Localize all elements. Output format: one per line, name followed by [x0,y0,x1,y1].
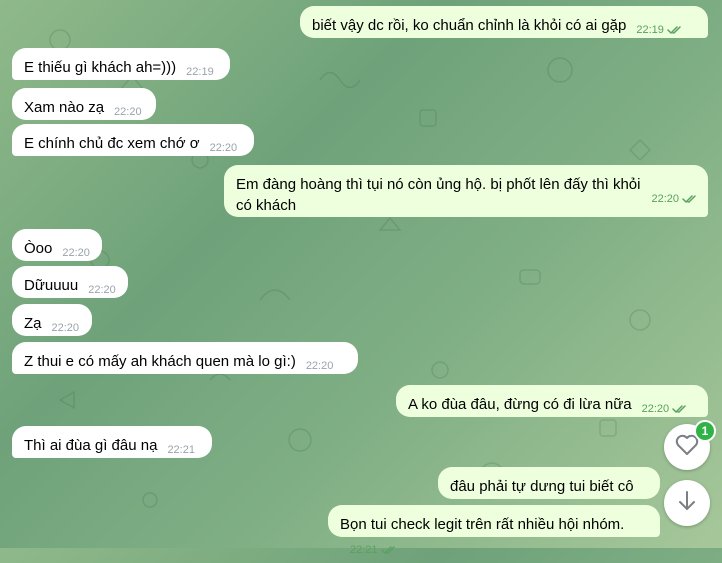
outgoing-message-bubble[interactable]: đâu phải tự dưng tui biết cô22:21 [438,467,660,518]
incoming-message-bubble[interactable]: Zạ 22:20 [12,304,92,336]
message-meta: 22:20 [642,399,689,422]
message-meta: 22:20 [651,189,698,212]
double-check-icon [682,191,698,212]
message-text: A ko đùa đâu, đừng có đi lừa nữa [408,396,632,413]
incoming-message-bubble[interactable]: E chính chủ đc xem chớ ơ 22:20 [12,124,254,156]
message-text: Zạ [24,315,42,332]
message-time: 22:20 [651,193,679,205]
message-meta: 22:21 [167,440,195,461]
incoming-message-bubble[interactable]: Z thui e có mấy ah khách quen mà lo gì:)… [12,342,358,374]
message-time: 22:21 [350,544,378,556]
message-text: Dữuuuu [24,277,79,294]
message-time: 22:20 [641,403,670,415]
message-meta: 22:21 [350,540,397,563]
incoming-message-bubble[interactable]: E thiếu gì khách ah=))) 22:19 [12,48,230,80]
reactions-unread-badge: 1 [694,420,716,442]
double-check-icon [672,401,688,422]
message-time: 22:20 [88,284,116,296]
message-time: 22:20 [114,106,142,118]
message-text: biết vậy dc rồi, ko chuẩn chỉnh là khỏi … [312,17,627,34]
message-list[interactable]: biết vậy dc rồi, ko chuẩn chỉnh là khỏi … [0,0,722,556]
message-time: 22:19 [636,24,664,36]
outgoing-message-bubble[interactable]: Bọn tui check legit trên rất nhiều hội n… [328,505,660,556]
message-time: 22:20 [62,247,90,259]
message-text: Z thui e có mấy ah khách quen mà lo gì:) [24,353,296,370]
message-meta: 22:20 [114,102,142,123]
incoming-message-bubble[interactable]: Xam nào zạ 22:20 [12,88,156,120]
incoming-message-bubble[interactable]: Dữuuuu 22:20 [12,266,128,298]
message-time: 22:19 [186,66,214,78]
double-check-icon [667,22,683,43]
message-time: 22:20 [209,142,238,154]
message-text: Xam nào zạ [24,99,105,116]
message-time: 22:20 [305,360,334,372]
message-text: E chính chủ đc xem chớ ơ [24,135,200,152]
message-meta: 22:19 [186,62,214,83]
message-time: 22:20 [51,322,80,334]
message-text: đâu phải tự dưng tui biết cô [450,478,634,495]
message-text: Òoo [24,240,53,257]
message-meta: 22:19 [636,20,683,43]
message-text: Bọn tui check legit trên rất nhiều hội n… [340,516,625,533]
message-meta: 22:20 [88,280,116,301]
double-check-icon [380,542,397,563]
outgoing-message-bubble[interactable]: A ko đùa đâu, đừng có đi lừa nữa 22:20 [396,385,708,417]
message-text: Em đàng hoàng thì tụi nó còn ủng hộ. bị … [236,176,641,214]
scroll-down-button[interactable] [664,480,710,526]
message-meta: 22:20 [210,138,238,159]
incoming-message-bubble[interactable]: Òoo 22:20 [12,229,102,261]
message-text: Thì ai đùa gì đâu nạ [24,437,158,454]
outgoing-message-bubble[interactable]: Em đàng hoàng thì tụi nó còn ủng hộ. bị … [224,165,708,217]
message-meta: 22:20 [62,243,90,264]
message-meta: 22:20 [52,318,80,339]
outgoing-message-bubble[interactable]: biết vậy dc rồi, ko chuẩn chỉnh là khỏi … [300,6,708,38]
incoming-message-bubble[interactable]: Thì ai đùa gì đâu nạ 22:21 [12,426,212,458]
arrow-down-icon [676,489,698,518]
message-text: E thiếu gì khách ah=))) [24,59,177,76]
message-meta: 22:20 [306,356,334,377]
message-time: 22:21 [167,444,195,456]
